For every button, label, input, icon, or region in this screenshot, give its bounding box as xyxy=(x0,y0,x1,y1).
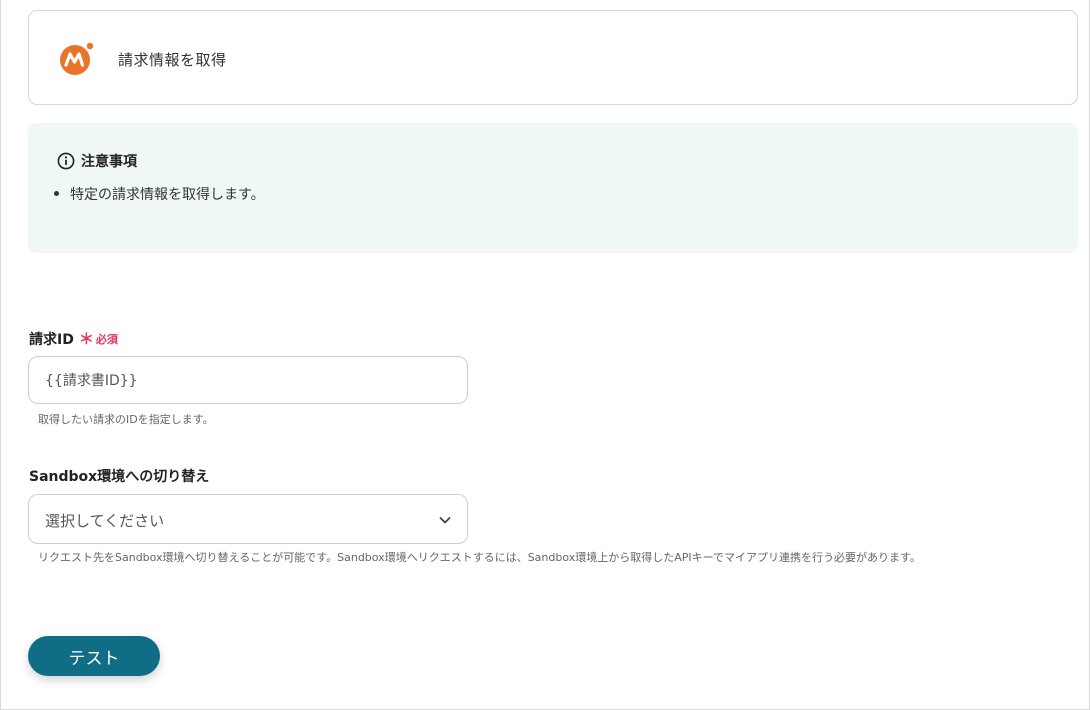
required-asterisk: ＊ xyxy=(78,330,94,348)
sandbox-label-text: Sandbox環境への切り替え xyxy=(29,469,210,485)
sandbox-select-value: 選択してください xyxy=(45,512,165,530)
notice-header: 注意事項 xyxy=(57,151,137,171)
sandbox-help: リクエスト先をSandbox環境へ切り替えることが可能です。Sandbox環境へ… xyxy=(38,551,921,564)
app-header-card: 請求情報を取得 xyxy=(28,10,1078,105)
required-badge: 必須 xyxy=(95,332,118,346)
notice-item: 特定の請求情報を取得します。 xyxy=(52,184,265,204)
notice-title: 注意事項 xyxy=(81,154,137,170)
sandbox-label: Sandbox環境への切り替え xyxy=(29,466,209,486)
invoice-id-help: 取得したい請求のIDを指定します。 xyxy=(38,413,214,426)
info-circle-icon xyxy=(57,152,75,170)
invoice-id-input[interactable] xyxy=(28,356,468,404)
test-button[interactable]: テスト xyxy=(28,636,160,676)
app-title: 請求情報を取得 xyxy=(118,51,227,69)
invoice-id-label: 請求ID ＊ 必須 xyxy=(29,328,118,349)
sandbox-select[interactable]: 選択してください xyxy=(28,494,468,544)
chevron-down-icon xyxy=(439,517,451,524)
invoice-id-label-text: 請求ID xyxy=(29,331,74,348)
notice-list: 特定の請求情報を取得します。 xyxy=(52,184,265,204)
notice-box: 注意事項 特定の請求情報を取得します。 xyxy=(28,123,1078,253)
money-forward-logo-icon xyxy=(60,42,94,75)
